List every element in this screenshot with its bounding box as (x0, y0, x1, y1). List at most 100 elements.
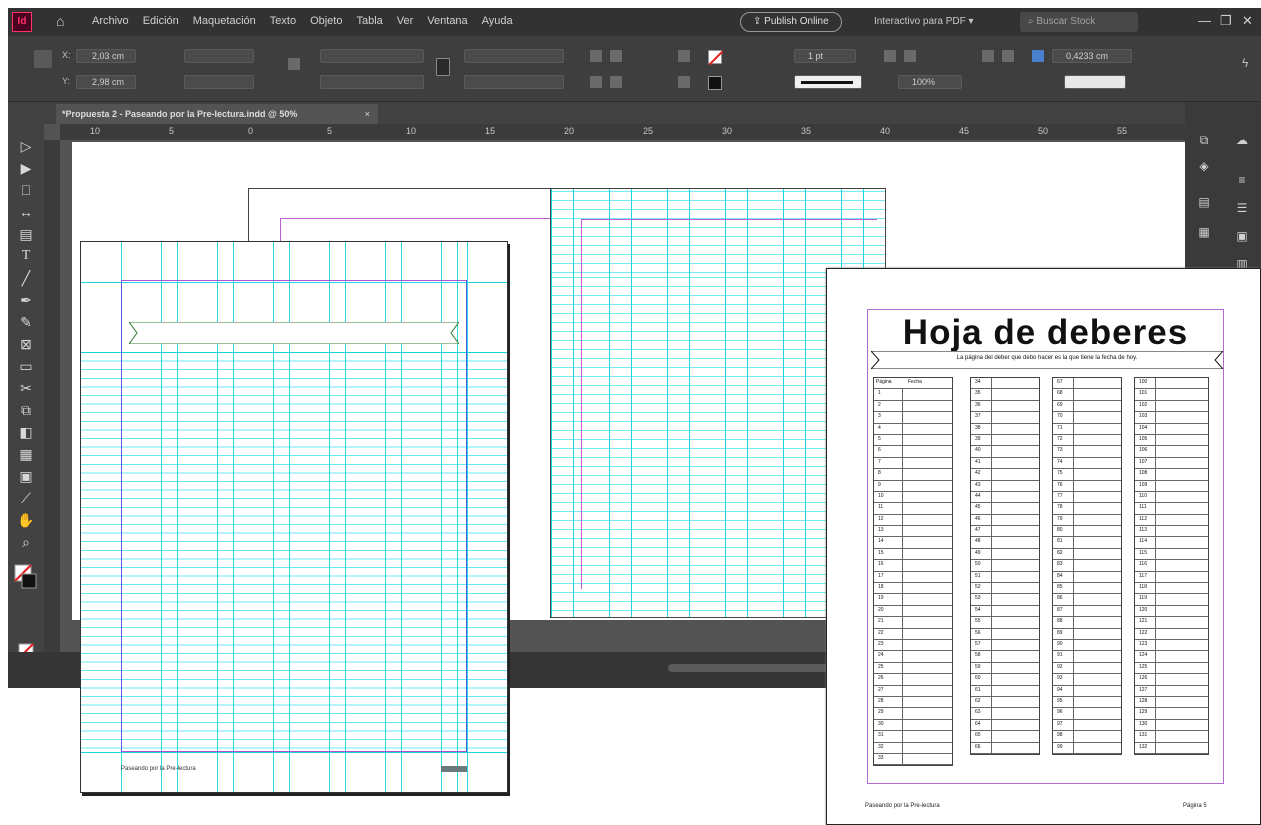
gradient-swatch-tool-icon[interactable]: ◧ (14, 420, 38, 444)
gradient-feather-tool-icon[interactable]: ▦ (14, 442, 38, 466)
menu-item[interactable]: Ver (397, 15, 414, 27)
menu-item[interactable]: Objeto (310, 15, 342, 27)
lightning-icon[interactable]: ϟ (1242, 56, 1248, 70)
menu-item[interactable]: Ventana (427, 15, 467, 27)
horizontal-ruler[interactable]: 10 5 0 5 10 15 20 25 30 35 40 45 50 55 (60, 124, 1185, 140)
menu-item[interactable]: Archivo (92, 15, 129, 27)
stroke-type-dropdown[interactable] (794, 75, 862, 89)
rectangle-tool-icon[interactable]: ▭ (14, 354, 38, 378)
table-row: 44 (971, 491, 1039, 504)
stroke-panel-icon[interactable]: ≡ (1233, 172, 1251, 188)
menu-item[interactable]: Texto (270, 15, 296, 27)
height-field[interactable] (184, 75, 254, 89)
close-icon[interactable]: ✕ (1242, 13, 1253, 29)
cell-divider (1155, 526, 1156, 537)
shear-field[interactable] (464, 75, 564, 89)
document-tab-close-icon[interactable]: × (365, 104, 370, 124)
preview-footer-right: Página 5 (1183, 803, 1207, 809)
home-icon[interactable]: ⌂ (56, 13, 72, 29)
selection-tool-icon[interactable]: ▷ (14, 134, 38, 158)
cell-divider (991, 514, 992, 526)
flip-horizontal-icon[interactable] (590, 76, 602, 88)
zoom-tool-icon[interactable]: ⌕ (14, 530, 38, 554)
fill-stroke-swatch-icon[interactable] (14, 564, 38, 594)
menu-item[interactable]: Tabla (356, 15, 382, 27)
fit-frame-icon[interactable] (904, 50, 916, 62)
constrain-scale-icon[interactable] (436, 58, 450, 76)
properties-panel-icon[interactable]: ▣ (1233, 228, 1251, 244)
eyedropper-tool-icon[interactable]: ⟋ (14, 486, 38, 510)
color-panel-icon[interactable]: ☰ (1233, 200, 1251, 216)
page-number-cell: 18 (878, 584, 884, 591)
page-number-cell: 4 (878, 424, 881, 431)
pages-panel-icon[interactable]: ▤ (1195, 194, 1213, 210)
text-wrap-icon[interactable] (982, 50, 994, 62)
workspace-switcher[interactable]: Interactivo para PDF ▾ (874, 16, 974, 27)
constrain-proportions-icon[interactable] (288, 58, 300, 70)
fit-content-icon[interactable] (884, 50, 896, 62)
free-transform-tool-icon[interactable]: ⧉ (14, 398, 38, 422)
page-number-cell: 89 (1057, 629, 1063, 636)
rotate-cw-icon[interactable] (590, 50, 602, 62)
width-field[interactable] (184, 49, 254, 63)
cell-divider (902, 526, 903, 537)
content-collector-icon[interactable]: ▤ (14, 222, 38, 246)
rectangle-frame-tool-icon[interactable]: ⊠ (14, 332, 38, 356)
table-row: 7 (874, 457, 952, 470)
select-content-icon[interactable] (678, 76, 690, 88)
stock-search-input[interactable]: ⌕ Buscar Stock (1020, 12, 1138, 32)
select-container-icon[interactable] (678, 50, 690, 62)
table-row: 65 (971, 731, 1039, 743)
table-row: 83 (1053, 560, 1121, 572)
type-tool-icon[interactable]: T (14, 244, 38, 268)
cell-divider (902, 412, 903, 423)
page-tool-icon[interactable]: ⎕ (14, 178, 38, 202)
hand-tool-icon[interactable]: ✋ (14, 508, 38, 532)
line-tool-icon[interactable]: ╱ (14, 266, 38, 290)
fill-none-swatch-icon[interactable] (708, 50, 724, 66)
cell-divider (902, 742, 903, 753)
text-wrap-bounding-icon[interactable] (1002, 50, 1014, 62)
table-row: 63 (971, 708, 1039, 720)
cell-divider (1155, 696, 1156, 708)
cell-divider (1073, 446, 1074, 457)
note-tool-icon[interactable]: ▣ (14, 464, 38, 488)
scale-y-field[interactable] (320, 75, 424, 89)
vertical-ruler[interactable] (44, 140, 60, 652)
direct-selection-tool-icon[interactable]: ▶ (14, 156, 38, 180)
flip-vertical-icon[interactable] (610, 76, 622, 88)
restore-icon[interactable]: ❐ (1220, 13, 1232, 29)
swatches-panel-icon[interactable]: ▦ (1195, 224, 1213, 240)
pencil-tool-icon[interactable]: ✎ (14, 310, 38, 334)
table-row: 89 (1053, 628, 1121, 640)
scissors-tool-icon[interactable]: ✂ (14, 376, 38, 400)
minimize-icon[interactable]: — (1198, 13, 1211, 29)
cell-divider (902, 389, 903, 400)
scale-x-field[interactable] (320, 49, 424, 63)
menu-item[interactable]: Ayuda (482, 15, 513, 27)
pen-tool-icon[interactable]: ✒ (14, 288, 38, 312)
menu-item[interactable]: Edición (143, 15, 179, 27)
links-panel-icon[interactable]: ⧉ (1195, 132, 1213, 148)
reference-point-icon[interactable] (34, 50, 52, 68)
cell-divider (991, 731, 992, 742)
cc-libraries-icon[interactable]: ☁ (1233, 132, 1251, 148)
page-number-cell: 97 (1057, 720, 1063, 727)
horizontal-scrollbar[interactable] (668, 664, 838, 672)
menu-item[interactable]: Maquetación (193, 15, 256, 27)
document-tab[interactable]: *Propuesta 2 - Paseando por la Pre-lectu… (56, 104, 378, 124)
columns-icon[interactable] (1032, 50, 1044, 62)
layers-panel-icon[interactable]: ◈ (1195, 158, 1213, 174)
page-number-cell: 21 (878, 618, 884, 625)
object-style-dropdown[interactable] (1064, 75, 1126, 89)
cell-divider (1073, 628, 1074, 639)
rotate-ccw-icon[interactable] (610, 50, 622, 62)
publish-online-button[interactable]: ⇪ Publish Online (740, 12, 842, 32)
stroke-weight-field[interactable] (794, 49, 856, 63)
rotation-field[interactable] (464, 49, 564, 63)
cell-divider (991, 389, 992, 400)
stroke-black-swatch-icon[interactable] (708, 76, 722, 90)
x-label: X: (62, 50, 71, 60)
gap-tool-icon[interactable]: ↔ (14, 200, 38, 224)
header-page: Página (876, 379, 892, 385)
